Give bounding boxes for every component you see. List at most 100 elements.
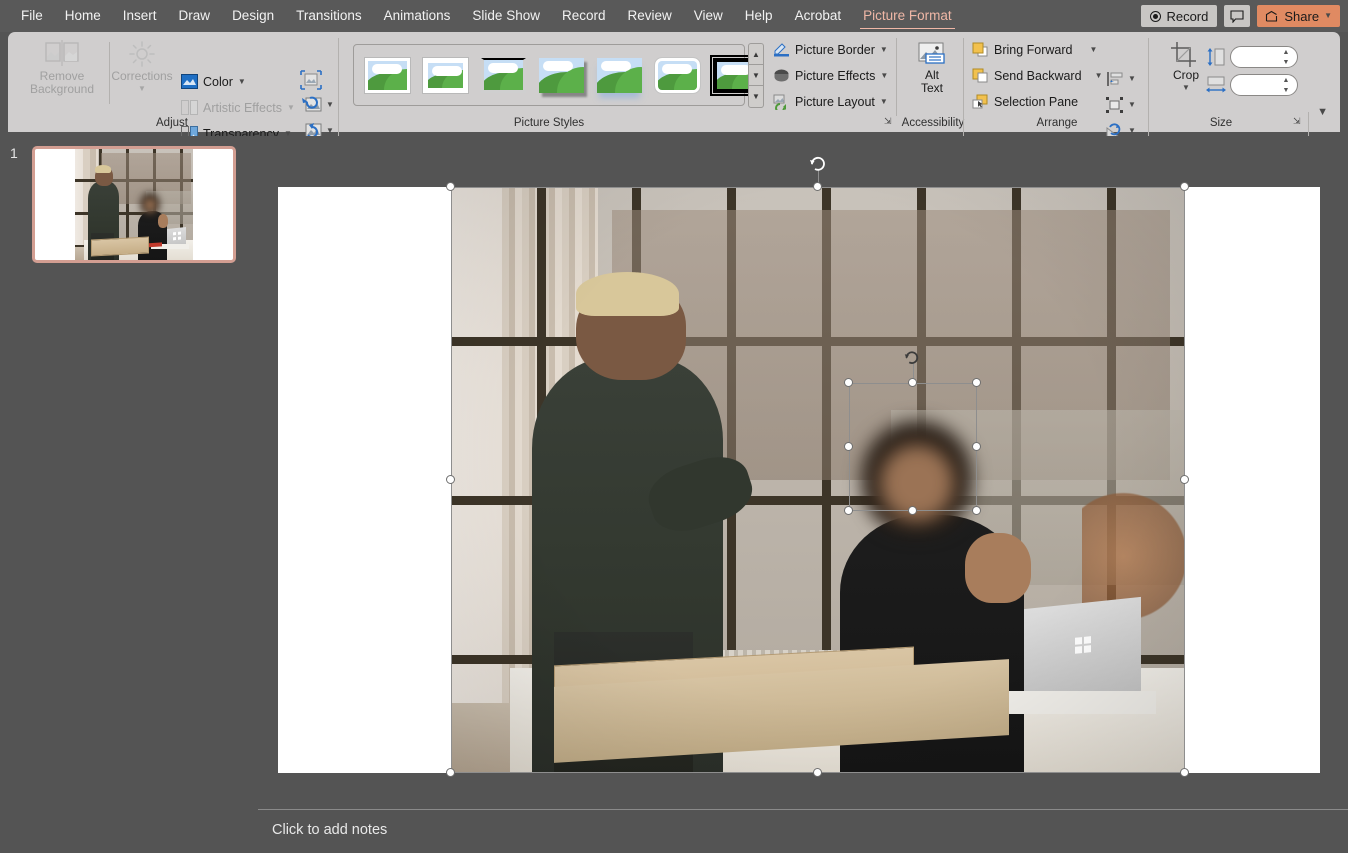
blur-handle-ne[interactable]	[972, 378, 981, 387]
tab-animations[interactable]: Animations	[373, 0, 462, 32]
collapse-ribbon-button[interactable]: ▼	[1317, 107, 1328, 118]
tab-transitions[interactable]: Transitions	[285, 0, 373, 32]
picture-handle-e[interactable]	[1180, 475, 1189, 484]
picture-styles-gallery[interactable]	[353, 44, 761, 106]
chevron-up-icon[interactable]: ▲	[1283, 77, 1290, 84]
tab-acrobat[interactable]: Acrobat	[784, 0, 853, 32]
picture-selection-box	[451, 187, 1185, 773]
picture-handle-s[interactable]	[813, 768, 822, 777]
corrections-button[interactable]: Corrections ▼	[108, 40, 176, 93]
scroll-down-button[interactable]: ▼	[749, 65, 763, 86]
chevron-down-icon: ▼	[138, 84, 146, 93]
picture-handle-se[interactable]	[1180, 768, 1189, 777]
picture-style-1[interactable]	[362, 55, 413, 96]
comments-button[interactable]	[1224, 5, 1251, 27]
chevron-down-icon: ▼	[1182, 83, 1190, 92]
shape-width-icon	[1206, 76, 1226, 93]
slide-thumbnail-1[interactable]	[32, 146, 236, 263]
blur-shape-rotation-handle[interactable]	[903, 348, 920, 365]
change-picture-button[interactable]: ▼	[300, 96, 334, 114]
color-label: Color	[203, 74, 233, 89]
slide-canvas[interactable]	[278, 156, 1320, 777]
alt-text-icon	[918, 42, 945, 64]
picture-border-button[interactable]: Picture Border ▼	[773, 39, 888, 60]
picture-handle-sw[interactable]	[446, 768, 455, 777]
shape-height-input[interactable]: ▲ ▼	[1230, 74, 1298, 96]
record-button[interactable]: Record	[1141, 5, 1218, 27]
blur-handle-se[interactable]	[972, 506, 981, 515]
remove-background-button[interactable]: Remove Background	[22, 40, 102, 96]
tab-insert[interactable]: Insert	[112, 0, 168, 32]
tab-picture-format[interactable]: Picture Format	[852, 0, 963, 32]
notes-placeholder[interactable]: Click to add notes	[272, 822, 387, 838]
picture-effects-button[interactable]: Picture Effects ▼	[773, 65, 888, 86]
tab-view[interactable]: View	[683, 0, 734, 32]
shape-height-icon	[1207, 48, 1225, 66]
chevron-down-icon: ▼	[326, 100, 334, 109]
picture-border-icon	[774, 42, 789, 56]
picture-layout-button[interactable]: Picture Layout ▼	[773, 91, 888, 112]
tab-draw[interactable]: Draw	[168, 0, 222, 32]
tab-help[interactable]: Help	[734, 0, 784, 32]
picture-rotation-handle[interactable]	[808, 153, 827, 172]
picture-handle-ne[interactable]	[1180, 182, 1189, 191]
chevron-down-icon[interactable]: ▼	[1283, 59, 1290, 66]
record-icon	[1150, 10, 1162, 22]
blur-handle-sw[interactable]	[844, 506, 853, 515]
chevron-down-icon[interactable]: ▼	[1283, 87, 1290, 94]
artistic-effects-button[interactable]: Artistic Effects ▼	[181, 97, 295, 118]
accessibility-dialog-launcher[interactable]: ⇲	[884, 116, 892, 127]
slide-thumbnail-image	[74, 149, 194, 260]
picture-style-3[interactable]	[478, 55, 529, 96]
spinner-arrows[interactable]: ▲ ▼	[1281, 76, 1291, 94]
tab-record[interactable]: Record	[551, 0, 617, 32]
blur-handle-w[interactable]	[844, 442, 853, 451]
scroll-up-button[interactable]: ▲	[749, 44, 763, 65]
chevron-up-icon[interactable]: ▲	[1283, 49, 1290, 56]
chevron-down-icon: ▼	[1089, 44, 1098, 54]
tab-review[interactable]: Review	[617, 0, 683, 32]
tab-home[interactable]: Home	[54, 0, 112, 32]
selection-pane-button[interactable]: Selection Pane	[972, 91, 1078, 112]
blur-handle-e[interactable]	[972, 442, 981, 451]
spinner-arrows[interactable]: ▲ ▼	[1281, 48, 1291, 66]
blur-handle-n[interactable]	[908, 378, 917, 387]
send-backward-button[interactable]: Send Backward ▼	[972, 65, 1102, 86]
divider	[338, 38, 339, 142]
picture-handle-nw[interactable]	[446, 182, 455, 191]
blur-shape-selection-box	[849, 383, 977, 511]
picture-style-5[interactable]	[594, 55, 645, 96]
share-button[interactable]: Share ▼	[1257, 5, 1340, 27]
slide-editing-area[interactable]	[258, 136, 1348, 853]
picture-style-6[interactable]	[652, 55, 703, 96]
shape-height-field[interactable]: ▲ ▼	[1230, 46, 1298, 68]
group-button[interactable]: ▼	[1106, 97, 1136, 113]
picture-style-4[interactable]	[536, 55, 587, 96]
tab-design[interactable]: Design	[221, 0, 285, 32]
tab-file[interactable]: File	[10, 0, 54, 32]
picture-layout-label: Picture Layout	[795, 94, 875, 109]
picture-style-2[interactable]	[420, 55, 471, 96]
corrections-label: Corrections	[111, 69, 173, 83]
divider	[1148, 38, 1149, 142]
slide-thumbnail-panel[interactable]: 1	[0, 136, 258, 853]
picture-handle-w[interactable]	[446, 475, 455, 484]
align-button[interactable]: ▼	[1106, 71, 1136, 87]
bring-forward-button[interactable]: Bring Forward ▼	[972, 39, 1097, 60]
alt-text-button[interactable]: Alt Text	[904, 41, 960, 95]
picture-effects-icon	[774, 69, 789, 81]
group-objects-icon	[1106, 97, 1123, 113]
blur-handle-nw[interactable]	[844, 378, 853, 387]
compress-pictures-icon	[300, 70, 322, 90]
tab-slide-show[interactable]: Slide Show	[461, 0, 551, 32]
send-backward-icon	[972, 68, 988, 82]
picture-handle-n[interactable]	[813, 182, 822, 191]
color-button[interactable]: Color ▼	[181, 71, 246, 92]
compress-pictures-button[interactable]	[300, 70, 322, 90]
size-dialog-launcher[interactable]: ⇲	[1293, 116, 1301, 127]
picture-styles-scrollers[interactable]: ▲ ▼ ▼	[748, 43, 764, 108]
bring-forward-icon	[972, 42, 988, 56]
more-styles-button[interactable]: ▼	[749, 86, 763, 107]
divider	[963, 38, 964, 142]
blur-handle-s[interactable]	[908, 506, 917, 515]
